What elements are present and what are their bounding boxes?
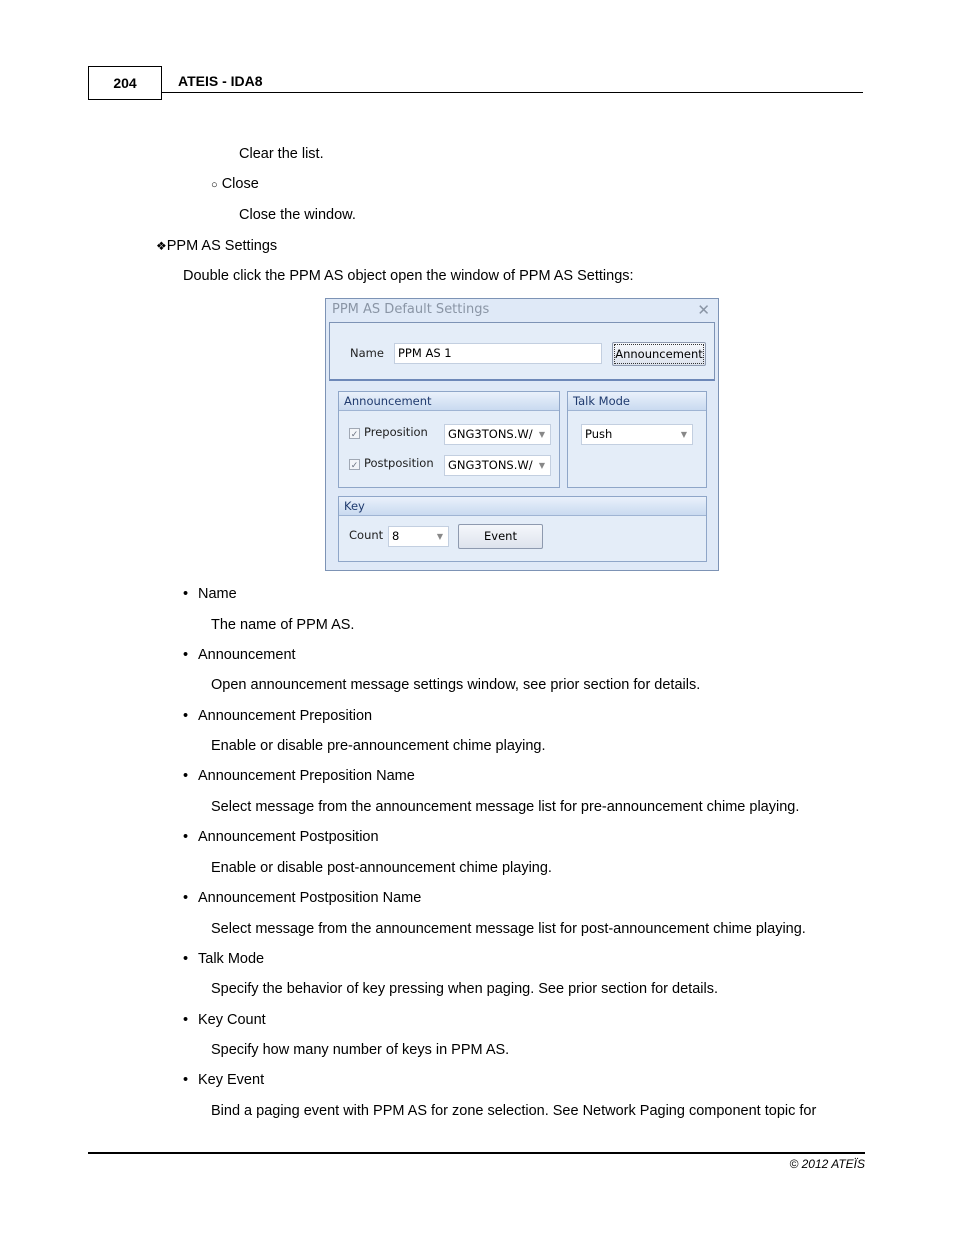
preposition-value: GNG3TONS.W/ [448,427,533,441]
diamond-bullet-icon: ❖ [156,239,167,253]
postposition-combo[interactable]: GNG3TONS.W/ ▼ [444,455,551,476]
key-count-combo[interactable]: 8 ▼ [388,526,449,547]
close-item: ○ Close [211,176,259,192]
list-item-description: Specify how many number of keys in PPM A… [211,1042,510,1059]
key-count-value: 8 [392,529,400,543]
talk-mode-value: Push [585,427,613,441]
list-item-description: Enable or disable pre-announcement chime… [211,738,546,755]
chevron-down-icon: ▼ [538,461,545,470]
name-label: Name [350,346,384,360]
list-item-bullet-icon: • [183,950,189,967]
list-item-term: Key Count [198,1011,266,1028]
list-item-description: Select message from the announcement mes… [211,798,800,815]
list-item-description: Bind a paging event with PPM AS for zone… [211,1102,817,1119]
chevron-down-icon: ▼ [680,430,687,439]
key-group: Key Count 8 ▼ Event [338,496,707,562]
list-item-term: Announcement Preposition Name [198,768,415,785]
key-group-header: Key [339,497,706,516]
close-label: Close [221,176,259,192]
close-description: Close the window. [239,207,356,223]
clear-description: Clear the list. [239,146,324,162]
announcement-group-header: Announcement [339,392,559,411]
preposition-checkbox[interactable]: ✓ [349,428,360,439]
list-item-bullet-icon: • [183,1011,189,1028]
footer-rule [88,1152,865,1154]
talk-mode-group-header: Talk Mode [568,392,706,411]
count-label: Count [349,528,384,542]
list-item-term: Key Event [198,1072,265,1089]
postposition-value: GNG3TONS.W/ [448,458,533,472]
list-item-bullet-icon: • [183,829,189,846]
event-button[interactable]: Event [458,524,543,549]
copyright: © 2012 ATEÏS [789,1157,865,1171]
list-item-description: Open announcement message settings windo… [211,677,701,694]
list-item-bullet-icon: • [183,890,189,906]
postposition-checkbox[interactable]: ✓ [349,459,360,470]
list-item-term: Announcement [198,646,296,663]
dialog-title: PPM AS Default Settings [332,302,490,317]
list-item-bullet-icon: • [183,768,189,785]
section-heading: ❖PPM AS Settings [156,238,277,254]
announcement-button[interactable]: Announcement [612,342,706,366]
talk-mode-combo[interactable]: Push ▼ [581,424,693,445]
list-item-description: Enable or disable post-announcement chim… [211,859,552,876]
list-item-term: Announcement Postposition [198,829,379,846]
chevron-down-icon: ▼ [538,430,545,439]
list-item-bullet-icon: • [183,707,189,724]
list-item-description: The name of PPM AS. [211,616,355,633]
list-item-description: Specify the behavior of key pressing whe… [211,981,718,998]
document-title: ATEIS - IDA8 [178,73,263,89]
list-item-term: Talk Mode [198,950,265,967]
page-number: 204 [88,66,162,100]
list-item-bullet-icon: • [183,646,189,663]
list-item-term: Announcement Preposition [198,707,373,724]
section-description: Double click the PPM AS object open the … [183,268,634,284]
list-item-term: Name [198,586,237,602]
announcement-group: Announcement ✓ Preposition GNG3TONS.W/ ▼… [338,391,560,488]
talk-mode-group: Talk Mode Push ▼ [567,391,707,488]
chevron-down-icon: ▼ [436,532,443,541]
name-panel: Name PPM AS 1 Announcement [329,322,715,381]
postposition-label: Postposition [364,456,434,470]
list-item-bullet-icon: • [183,1072,189,1089]
preposition-label: Preposition [364,425,428,439]
list-item-description: Select message from the announcement mes… [211,920,806,937]
name-input[interactable]: PPM AS 1 [394,343,602,364]
ppm-as-settings-dialog: PPM AS Default Settings ✕ Name PPM AS 1 … [325,298,719,571]
circle-bullet-icon: ○ [211,179,218,191]
close-icon[interactable]: ✕ [697,301,710,319]
section-title: PPM AS Settings [166,238,278,254]
list-item-bullet-icon: • [183,586,189,602]
preposition-combo[interactable]: GNG3TONS.W/ ▼ [444,424,551,445]
list-item-term: Announcement Postposition Name [198,890,422,906]
header-rule [161,92,863,93]
